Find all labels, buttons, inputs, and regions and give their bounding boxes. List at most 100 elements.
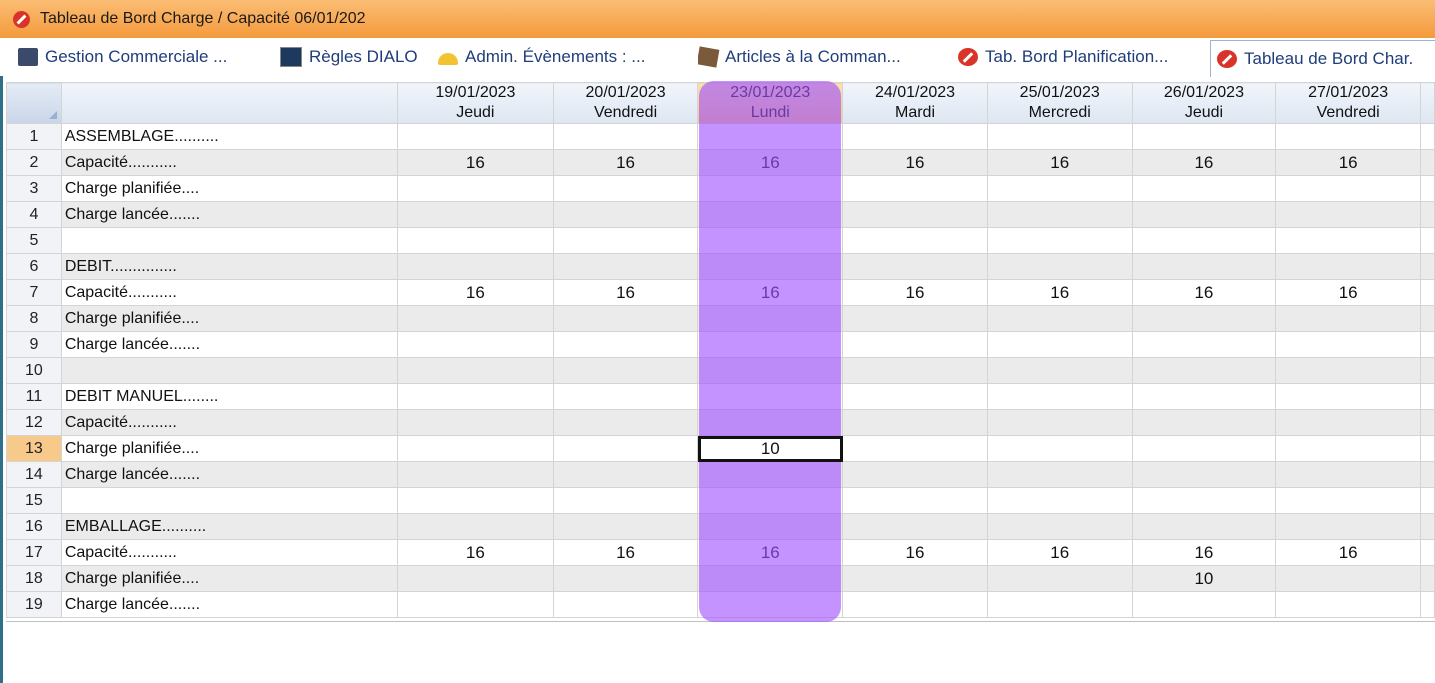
grid-cell[interactable] — [697, 175, 844, 202]
grid-cell[interactable] — [697, 357, 844, 384]
column-header-day[interactable]: 19/01/2023 Jeudi — [397, 82, 554, 124]
grid-cell[interactable] — [397, 383, 554, 410]
grid-cell[interactable] — [986, 357, 1133, 384]
row-label[interactable] — [60, 487, 399, 514]
grid-cell[interactable]: 16 — [842, 279, 988, 306]
grid-cell[interactable] — [552, 435, 699, 462]
grid-cell[interactable] — [1131, 435, 1277, 462]
grid-cell[interactable] — [1275, 357, 1422, 384]
grid-cell[interactable] — [842, 227, 988, 254]
grid-cell[interactable] — [397, 435, 554, 462]
row-number[interactable]: 12 — [6, 409, 62, 436]
grid-cell[interactable] — [1275, 123, 1422, 150]
grid-cell[interactable] — [552, 383, 699, 410]
row-number[interactable]: 3 — [6, 175, 62, 202]
row-label[interactable]: Charge lancée....... — [60, 461, 399, 488]
grid-cell[interactable] — [552, 357, 699, 384]
grid-cell[interactable] — [697, 565, 844, 592]
row-number[interactable]: 15 — [6, 487, 62, 514]
row-number[interactable]: 7 — [6, 279, 62, 306]
grid-cell[interactable] — [986, 565, 1133, 592]
grid-cell[interactable] — [697, 409, 844, 436]
grid-cell[interactable] — [697, 305, 844, 332]
grid-cell[interactable] — [552, 565, 699, 592]
grid-cell[interactable] — [1131, 461, 1277, 488]
column-header-day[interactable]: 25/01/2023 Mercredi — [986, 82, 1133, 124]
column-header-day[interactable]: 27/01/2023 Vendredi — [1275, 82, 1422, 124]
grid-cell[interactable] — [1275, 461, 1422, 488]
row-label[interactable]: Charge planifiée.... — [60, 435, 399, 462]
grid-cell[interactable] — [986, 591, 1133, 618]
grid-cell[interactable]: 16 — [1131, 149, 1277, 176]
grid-cell[interactable] — [1131, 331, 1277, 358]
grid-cell[interactable] — [397, 253, 554, 280]
grid-cell[interactable] — [842, 383, 988, 410]
grid-cell[interactable]: 16 — [1131, 539, 1277, 566]
grid-cell[interactable] — [397, 565, 554, 592]
row-number[interactable]: 19 — [6, 591, 62, 618]
row-label[interactable]: Charge planifiée.... — [60, 305, 399, 332]
grid-cell[interactable] — [397, 201, 554, 228]
select-all-corner[interactable] — [6, 82, 62, 124]
tab-admin-evenements[interactable]: Admin. Évènements : ... — [438, 38, 678, 76]
row-label[interactable]: Charge lancée....... — [60, 591, 399, 618]
grid-cell[interactable] — [397, 591, 554, 618]
grid-cell[interactable]: 10 — [1131, 565, 1277, 592]
grid-cell[interactable] — [986, 175, 1133, 202]
grid-cell-active[interactable]: 10 — [697, 435, 844, 462]
grid-cell[interactable] — [697, 123, 844, 150]
grid-cell[interactable]: 16 — [1131, 279, 1277, 306]
grid-cell[interactable] — [986, 123, 1133, 150]
planning-grid[interactable]: 19/01/2023 Jeudi 20/01/2023 Vendredi 23/01… — [6, 82, 1435, 622]
row-number[interactable]: 18 — [6, 565, 62, 592]
grid-cell[interactable] — [1275, 513, 1422, 540]
grid-cell[interactable]: 16 — [552, 279, 699, 306]
grid-cell[interactable] — [1131, 409, 1277, 436]
row-number[interactable]: 2 — [6, 149, 62, 176]
grid-cell[interactable] — [552, 409, 699, 436]
column-header-day[interactable]: 20/01/2023 Vendredi — [552, 82, 699, 124]
grid-cell[interactable] — [1131, 253, 1277, 280]
grid-cell[interactable] — [1275, 487, 1422, 514]
row-number[interactable]: 14 — [6, 461, 62, 488]
row-number[interactable]: 13 — [6, 435, 62, 462]
grid-cell[interactable] — [697, 331, 844, 358]
grid-cell[interactable] — [986, 513, 1133, 540]
grid-cell[interactable] — [1275, 305, 1422, 332]
grid-cell[interactable] — [1131, 305, 1277, 332]
tab-articles-commande[interactable]: Articles à la Comman... — [698, 38, 938, 76]
grid-cell[interactable] — [552, 253, 699, 280]
grid-cell[interactable] — [397, 123, 554, 150]
row-label[interactable]: Charge lancée....... — [60, 331, 399, 358]
grid-cell[interactable] — [842, 331, 988, 358]
grid-cell[interactable] — [842, 253, 988, 280]
grid-cell[interactable] — [986, 487, 1133, 514]
grid-cell[interactable]: 16 — [986, 149, 1133, 176]
grid-cell[interactable] — [986, 253, 1133, 280]
row-label[interactable]: Charge planifiée.... — [60, 175, 399, 202]
row-label[interactable]: Capacité........... — [60, 539, 399, 566]
grid-cell[interactable] — [697, 591, 844, 618]
grid-cell[interactable] — [552, 487, 699, 514]
grid-cell[interactable] — [397, 227, 554, 254]
grid-cell[interactable] — [842, 461, 988, 488]
grid-cell[interactable]: 16 — [397, 279, 554, 306]
row-number[interactable]: 17 — [6, 539, 62, 566]
grid-cell[interactable]: 16 — [986, 539, 1133, 566]
row-number[interactable]: 9 — [6, 331, 62, 358]
row-label[interactable]: EMBALLAGE.......... — [60, 513, 399, 540]
grid-cell[interactable] — [397, 409, 554, 436]
row-number[interactable]: 8 — [6, 305, 62, 332]
grid-cell[interactable] — [397, 175, 554, 202]
grid-cell[interactable] — [397, 331, 554, 358]
grid-cell[interactable] — [1275, 565, 1422, 592]
grid-cell[interactable] — [697, 201, 844, 228]
grid-cell[interactable] — [1131, 227, 1277, 254]
tab-gestion-commerciale[interactable]: Gestion Commerciale ... — [18, 38, 258, 76]
grid-cell[interactable] — [1131, 175, 1277, 202]
grid-cell[interactable] — [1275, 227, 1422, 254]
row-label[interactable] — [60, 357, 399, 384]
row-label[interactable]: DEBIT MANUEL........ — [60, 383, 399, 410]
grid-cell[interactable]: 16 — [1275, 279, 1422, 306]
grid-cell[interactable] — [1131, 487, 1277, 514]
